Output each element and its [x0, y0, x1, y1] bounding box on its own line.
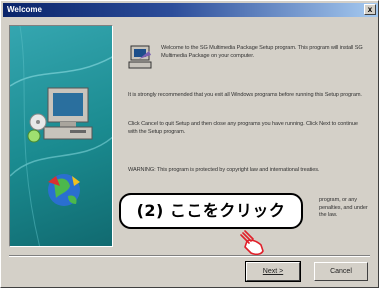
close-button[interactable]: x [364, 4, 376, 15]
welcome-dialog: Welcome x Welcome to the SG Multimedia P… [0, 0, 379, 288]
cancel-button-label: Cancel [330, 268, 352, 275]
close-icon: x [367, 5, 373, 14]
cancel-button[interactable]: Cancel [314, 262, 368, 281]
intro-text: Welcome to the SG Multimedia Package Set… [161, 45, 363, 59]
warning-tail-text: program, or any penalties, and under the… [319, 197, 368, 219]
next-button[interactable]: Next > [245, 261, 301, 282]
recommend-text: It is strongly recommended that you exit… [128, 92, 362, 98]
callout-text: (2) ここをクリック [136, 201, 286, 220]
instruction-callout: (2) ここをクリック [119, 193, 303, 229]
title-bar[interactable]: Welcome x [3, 3, 378, 17]
warning-text: WARNING: This program is protected by co… [128, 167, 320, 173]
next-button-label: Next > [262, 268, 284, 275]
setup-computer-icon [128, 45, 152, 69]
button-divider [9, 255, 370, 257]
window-title: Welcome [7, 5, 42, 14]
cancel-info-text: Click Cancel to quit Setup and then clos… [128, 121, 358, 135]
side-illustration-panel [9, 25, 113, 247]
pointing-hand-icon [240, 230, 264, 256]
computer-globe-illustration [10, 26, 112, 246]
